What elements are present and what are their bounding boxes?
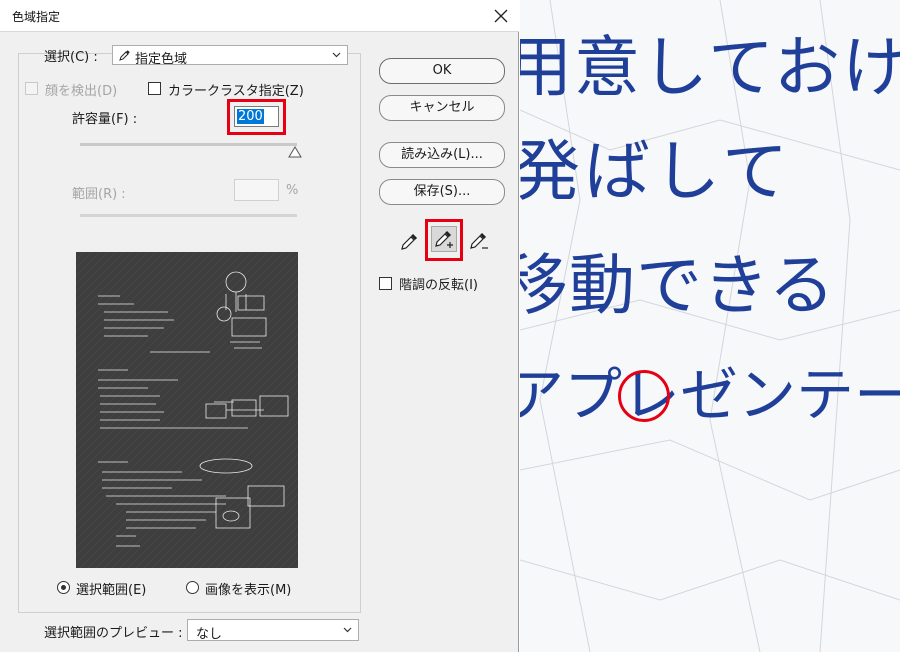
color-range-dialog: 色域指定 選択(C) : 指定色域 顔を検出(D) カラークラスタ指定(Z) 許…	[0, 0, 519, 652]
handwriting-line-1: 用意しておけ	[520, 29, 900, 106]
selection-preview-value: なし	[196, 627, 223, 642]
radio-image[interactable]	[186, 581, 199, 594]
eyedropper-icon	[119, 50, 130, 61]
source-image-panel: 用意しておけ 発ばして 移動できる アプレゼンテー	[520, 0, 900, 652]
title-bar: 色域指定	[0, 0, 519, 32]
eyedropper-minus-tool[interactable]	[466, 228, 492, 254]
dialog-title: 色域指定	[12, 10, 61, 24]
eyedropper-plus-tool[interactable]	[431, 226, 457, 252]
selection-preview-label: 選択範囲のプレビュー :	[44, 626, 183, 641]
ok-button[interactable]: OK	[379, 58, 505, 84]
sample-point-circle	[618, 370, 670, 422]
radio-image-label: 画像を表示(M)	[205, 583, 292, 598]
eyedropper-icon	[401, 233, 418, 250]
fuzziness-input[interactable]: 200	[234, 106, 279, 127]
save-button[interactable]: 保存(S)...	[379, 179, 505, 205]
range-label: 範囲(R) :	[72, 187, 126, 202]
radio-selection-label: 選択範囲(E)	[76, 583, 147, 598]
invert-label: 階調の反転(I)	[399, 278, 478, 293]
close-button[interactable]	[488, 4, 514, 28]
selection-preview-dropdown[interactable]: なし	[187, 619, 359, 642]
range-input[interactable]	[234, 179, 279, 201]
handwriting-line-4: アプレゼンテー	[520, 361, 900, 429]
select-label: 選択(C) :	[44, 50, 98, 65]
eyedropper-tool[interactable]	[396, 228, 422, 254]
chevron-down-icon	[332, 52, 341, 58]
radio-selection[interactable]	[57, 581, 70, 594]
handwriting-line-2: 発ばして	[520, 133, 793, 210]
radio-selection-dot	[61, 585, 66, 590]
invert-checkbox[interactable]	[379, 277, 392, 290]
localized-clusters-label: カラークラスタ指定(Z)	[168, 84, 304, 99]
select-dropdown[interactable]: 指定色域	[112, 45, 348, 67]
handwriting-line-3: 移動できる	[520, 247, 836, 324]
preview-sketch	[76, 252, 298, 568]
cancel-button[interactable]: キャンセル	[379, 95, 505, 121]
localized-clusters-checkbox[interactable]	[148, 82, 161, 95]
fuzziness-value: 200	[237, 109, 264, 124]
fuzziness-label: 許容量(F) :	[72, 112, 138, 127]
eyedropper-minus-icon	[470, 232, 488, 249]
fuzziness-slider-track[interactable]	[80, 143, 297, 146]
chevron-down-icon	[343, 627, 352, 633]
selection-preview-image	[76, 252, 298, 568]
detect-faces-label: 顔を検出(D)	[45, 84, 118, 99]
detect-faces-checkbox[interactable]	[25, 82, 38, 95]
select-value: 指定色域	[135, 52, 188, 67]
range-unit: %	[286, 183, 299, 198]
close-icon	[494, 9, 508, 23]
eyedropper-plus-icon	[435, 230, 453, 248]
range-slider-track[interactable]	[80, 214, 297, 217]
load-button[interactable]: 読み込み(L)...	[379, 142, 505, 168]
fuzziness-slider-thumb[interactable]	[288, 146, 302, 158]
